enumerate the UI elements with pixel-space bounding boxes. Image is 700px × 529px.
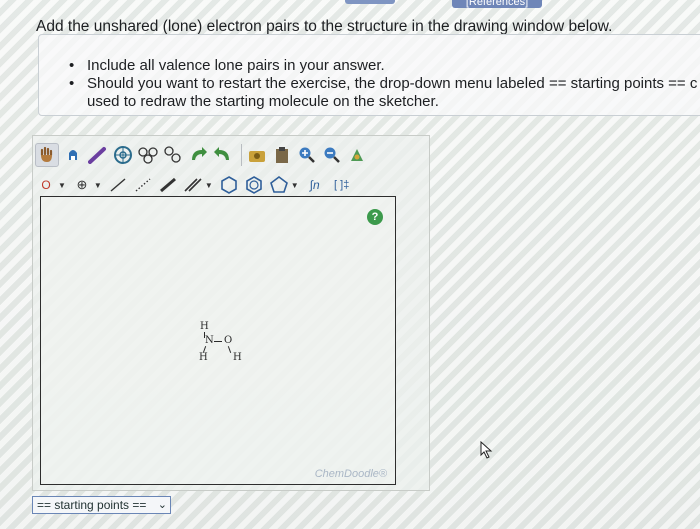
drawing-canvas[interactable]: ? H N O H H ChemDoodle® xyxy=(40,196,396,485)
atom-h-left[interactable]: H xyxy=(199,353,208,363)
sn-icon[interactable]: ∫n xyxy=(304,174,326,196)
bond-dropdown-arrow[interactable]: ▼ xyxy=(205,181,213,190)
bond-o-h[interactable] xyxy=(227,346,232,353)
plus-icon[interactable]: ⊕ xyxy=(71,174,93,196)
benzene-icon[interactable] xyxy=(243,174,265,196)
bullet-item: Include all valence lone pairs in your a… xyxy=(69,57,700,75)
lasso-icon[interactable] xyxy=(62,144,84,166)
mouse-cursor-icon xyxy=(480,441,493,459)
redo-icon[interactable] xyxy=(212,144,234,166)
atom-o[interactable]: O xyxy=(224,336,232,346)
charge-dropdown-arrow[interactable]: ▼ xyxy=(58,181,66,190)
instruction-list: Include all valence lone pairs in your a… xyxy=(69,57,700,111)
bond-n-o[interactable] xyxy=(214,341,222,343)
bullet-item: Should you want to restart the exercise,… xyxy=(69,75,700,111)
hand-icon[interactable] xyxy=(35,143,59,167)
atom-h-right[interactable]: H xyxy=(233,353,242,363)
toolbar-row-1 xyxy=(35,140,371,170)
undo-icon[interactable] xyxy=(187,144,209,166)
atom-h-top[interactable]: H xyxy=(200,322,209,332)
zoom-out-icon[interactable] xyxy=(321,144,343,166)
chevron-down-icon: ⌄ xyxy=(157,499,167,511)
dashed-bond-icon[interactable] xyxy=(132,174,154,196)
atom-n[interactable]: N xyxy=(205,336,214,346)
topic-tab[interactable] xyxy=(345,0,395,4)
single-bond-icon[interactable] xyxy=(107,174,129,196)
help-button[interactable]: ? xyxy=(367,209,383,225)
clean-icon[interactable] xyxy=(246,144,268,166)
bracket-icon[interactable]: [ ]‡ xyxy=(329,174,355,196)
info-box: Include all valence lone pairs in your a… xyxy=(38,34,700,116)
starting-points-select[interactable]: == starting points == ⌄ xyxy=(32,496,171,514)
toolbar-separator xyxy=(241,144,242,166)
ring-template-icon[interactable] xyxy=(112,144,134,166)
references-tab[interactable]: [References] xyxy=(452,0,542,8)
chain-icon[interactable] xyxy=(162,144,184,166)
double-bond-icon[interactable] xyxy=(182,174,204,196)
eraser-icon[interactable] xyxy=(87,144,109,166)
clipboard-icon[interactable] xyxy=(271,144,293,166)
cyclo-icon[interactable] xyxy=(137,144,159,166)
zoom-in-icon[interactable] xyxy=(296,144,318,166)
pentagon-icon[interactable] xyxy=(268,174,290,196)
color-icon[interactable] xyxy=(346,144,368,166)
chemdoodle-watermark: ChemDoodle® xyxy=(314,468,387,480)
starting-points-value: == starting points == xyxy=(37,498,147,512)
charge-icon[interactable]: O xyxy=(35,174,57,196)
hexagon-icon[interactable] xyxy=(218,174,240,196)
ring-dropdown-arrow[interactable]: ▼ xyxy=(291,181,299,190)
plus-dropdown-arrow[interactable]: ▼ xyxy=(94,181,102,190)
bold-bond-icon[interactable] xyxy=(157,174,179,196)
